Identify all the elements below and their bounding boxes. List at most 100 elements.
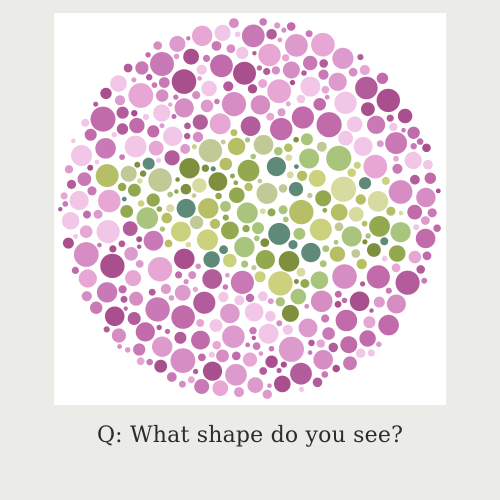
background-dot [421, 277, 428, 284]
background-dot [123, 306, 128, 311]
figure-dot [252, 222, 264, 235]
background-dot [95, 138, 116, 159]
figure-dot [227, 137, 246, 156]
background-dot [334, 290, 342, 298]
figure-dot [251, 265, 257, 271]
figure-dot [180, 183, 192, 195]
background-dot [276, 367, 282, 374]
background-dot [183, 48, 200, 65]
background-dot [136, 236, 143, 243]
figure-dot [358, 177, 372, 190]
figure-dot [300, 279, 310, 288]
figure-dot [365, 233, 371, 239]
background-dot [163, 126, 183, 146]
figure-dot [398, 210, 404, 216]
background-dot [367, 115, 386, 134]
background-dot [58, 207, 63, 212]
background-dot [422, 143, 431, 153]
background-dot [228, 18, 239, 29]
background-dot [154, 359, 168, 373]
background-dot [250, 95, 271, 115]
background-dot [170, 348, 196, 373]
figure-dot [380, 237, 389, 246]
background-dot [196, 319, 205, 327]
background-dot [334, 300, 342, 308]
background-dot [318, 69, 329, 80]
background-dot [191, 330, 210, 350]
background-dot [64, 165, 74, 174]
figure-dot [316, 141, 327, 152]
figure-dot [333, 239, 339, 245]
background-dot [423, 159, 433, 170]
background-dot [266, 112, 275, 121]
background-dot [178, 380, 186, 388]
background-dot [340, 336, 358, 354]
figure-dot [289, 199, 314, 225]
background-dot [202, 54, 211, 63]
background-dot [110, 75, 127, 92]
background-dot [66, 179, 77, 189]
background-dot [186, 36, 191, 41]
background-dot [71, 145, 92, 166]
background-dot [124, 347, 131, 353]
figure-dot [241, 260, 249, 268]
background-dot [404, 151, 422, 169]
background-dot [151, 82, 158, 88]
background-dot [341, 297, 348, 304]
figure-dot [281, 304, 299, 322]
background-dot [225, 363, 247, 386]
background-dot [313, 98, 327, 111]
background-dot [188, 271, 197, 280]
figure-dot [219, 157, 233, 171]
background-dot [249, 327, 257, 335]
background-dot [61, 212, 80, 230]
background-dot [171, 114, 177, 119]
figure-dot [167, 191, 174, 198]
background-dot [335, 309, 358, 332]
figure-dot [236, 202, 258, 224]
background-dot [156, 157, 161, 163]
background-dot [359, 64, 370, 76]
background-dot [285, 34, 308, 57]
background-dot [421, 216, 430, 225]
background-dot [160, 283, 171, 295]
figure-dot [221, 221, 239, 240]
background-dot [174, 98, 194, 118]
background-dot [184, 132, 191, 140]
background-dot [230, 270, 254, 294]
background-dot [111, 328, 126, 343]
background-dot [328, 72, 347, 91]
background-dot [267, 79, 291, 104]
figure-dot [288, 182, 304, 197]
background-dot [321, 85, 330, 94]
background-dot [222, 325, 245, 349]
figure-dot [233, 180, 239, 186]
background-dot [274, 375, 291, 393]
background-dot [198, 353, 206, 362]
background-dot [231, 351, 241, 361]
background-dot [416, 265, 426, 274]
background-dot [148, 288, 156, 296]
figure-dot [267, 208, 276, 217]
background-dot [119, 154, 125, 161]
background-dot [168, 295, 175, 301]
background-dot [298, 318, 318, 338]
background-dot [136, 357, 145, 366]
figure-dot [315, 190, 332, 207]
figure-dot [301, 242, 321, 263]
background-dot [424, 172, 436, 184]
background-dot [311, 32, 335, 57]
background-dot [322, 327, 335, 340]
background-dot [147, 125, 160, 138]
background-dot [286, 22, 296, 31]
background-dot [407, 126, 420, 139]
background-dot [192, 114, 208, 130]
figure-dot [278, 184, 288, 193]
figure-dot [361, 220, 368, 227]
background-dot [73, 234, 78, 239]
background-dot [305, 30, 313, 38]
background-dot [156, 324, 162, 331]
background-dot [271, 66, 281, 75]
background-dot [109, 245, 117, 253]
figure-dot [341, 226, 362, 247]
